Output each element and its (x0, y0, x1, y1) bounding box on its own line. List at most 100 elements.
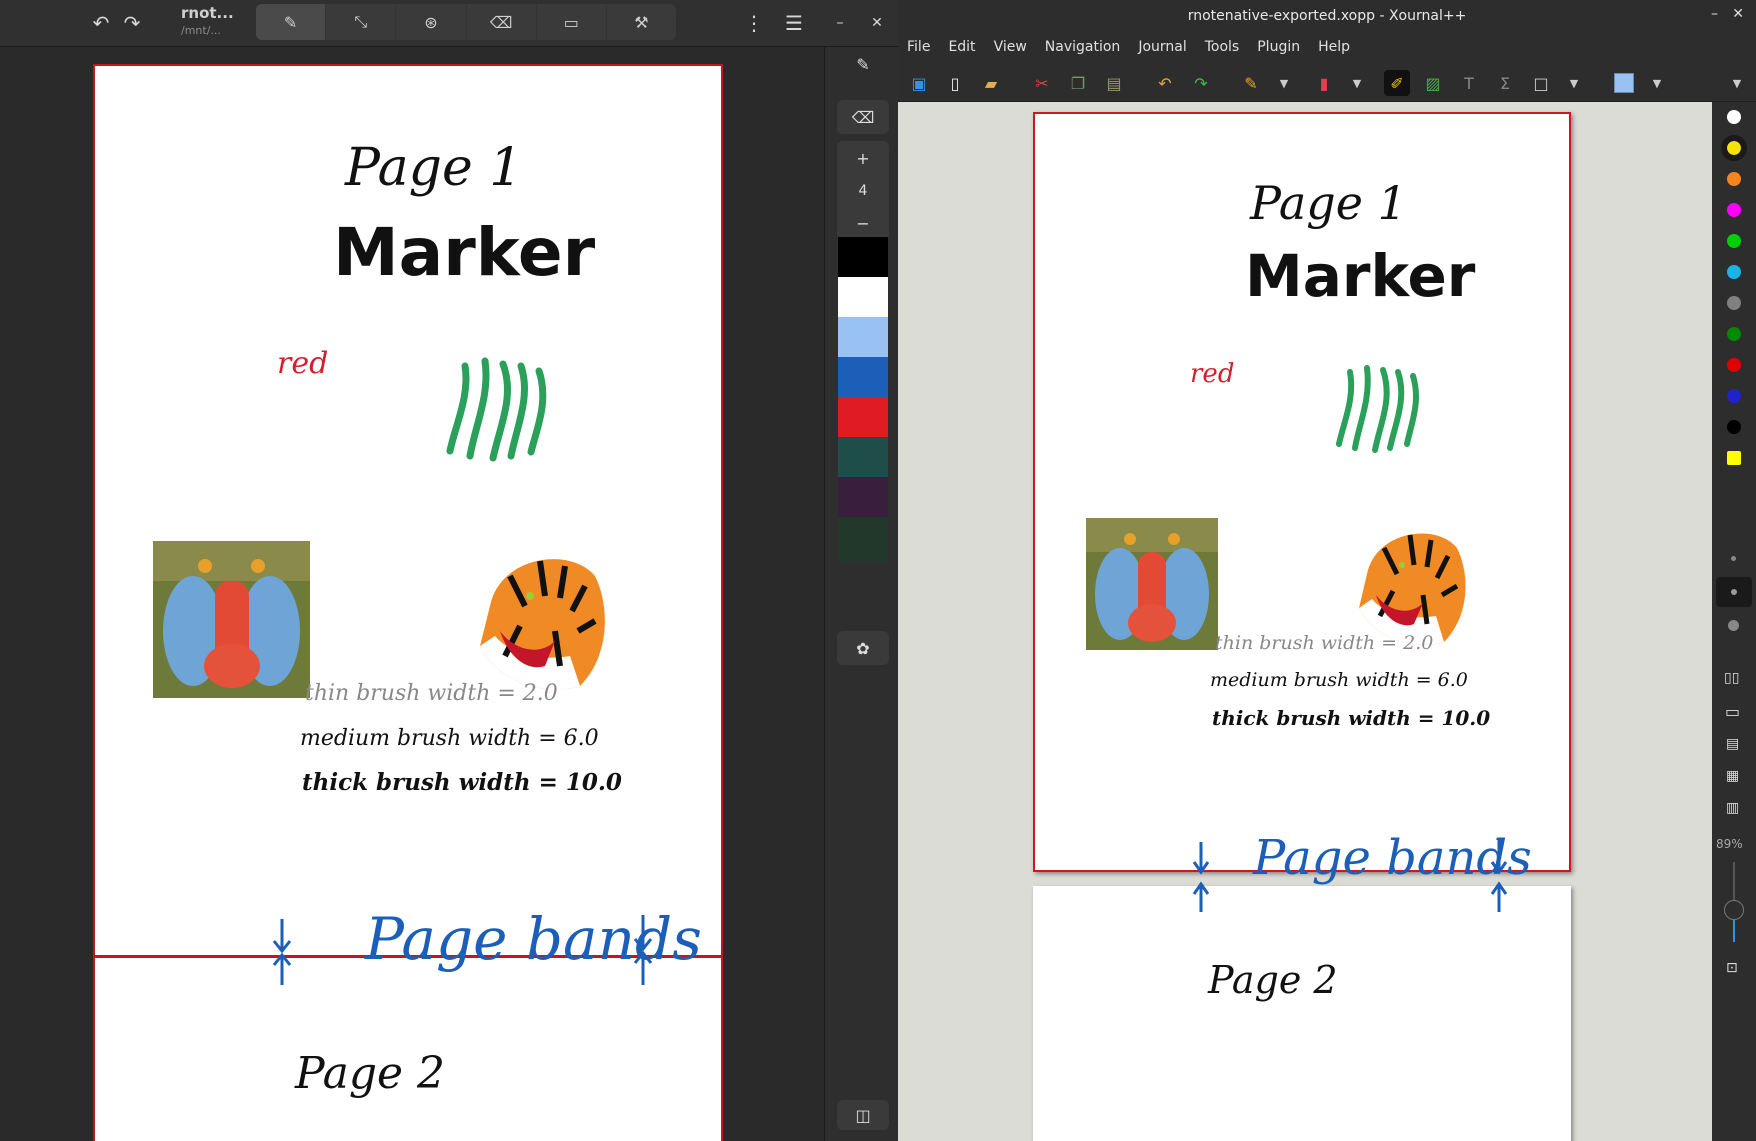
brush-tool-icon[interactable]: ✎ (256, 4, 327, 40)
band-arrows-right (633, 915, 653, 985)
mandrill-image[interactable] (153, 541, 310, 698)
cut-icon[interactable]: ✂ (1029, 70, 1055, 96)
color-swatch[interactable] (838, 277, 888, 321)
horizontal-layout-icon[interactable]: ▥ (1726, 800, 1739, 816)
minimize-icon[interactable]: – (824, 7, 856, 39)
palette-color[interactable] (1727, 172, 1741, 186)
color-button-icon[interactable] (1611, 70, 1637, 96)
toolbar-overflow-icon[interactable]: ▼ (1724, 70, 1750, 96)
open-icon[interactable]: ▰ (978, 70, 1004, 96)
menu-item[interactable]: Journal (1129, 39, 1195, 55)
rnote-header-bar: ↶ ↷ rnot... /mnt/... ✎ ⤡ ⊛ ⌫ ▭ ⚒ ⋮ ☰ – ✕ (0, 0, 898, 47)
tools-tool-icon[interactable]: ⚒ (607, 4, 676, 40)
eraser-icon[interactable]: ▮ (1311, 70, 1337, 96)
menu-item[interactable]: View (985, 39, 1036, 55)
grid-layout-icon[interactable]: ▦ (1726, 768, 1739, 784)
undo-icon[interactable]: ↶ (85, 7, 117, 39)
stroke-width-stepper[interactable]: + 4 − (837, 141, 889, 241)
color-swatch[interactable] (838, 317, 888, 361)
zoom-level: 89% (1716, 837, 1743, 851)
color-swatch[interactable] (838, 477, 888, 521)
zoom-slider-handle[interactable] (1724, 900, 1744, 920)
fine-size-icon[interactable] (1731, 556, 1736, 561)
menu-item[interactable]: Tools (1196, 39, 1249, 55)
text-icon[interactable]: T (1456, 70, 1482, 96)
xournal-canvas[interactable]: Page 1 Marker red thin brush width = 2.0… (898, 102, 1712, 1141)
color-picker-icon[interactable]: ✿ (837, 631, 889, 665)
close-icon[interactable]: ✕ (1732, 6, 1744, 22)
selector-tool-icon[interactable]: ▭ (537, 4, 607, 40)
thick-brush-label: thick brush width = 10.0 (302, 769, 622, 796)
menu-item[interactable]: File (898, 39, 939, 55)
zoom-slider-track[interactable] (1724, 862, 1744, 942)
color-swatch[interactable] (838, 397, 888, 441)
palette-color[interactable] (1721, 135, 1747, 161)
rnote-side-panel: ✎ ⌫ + 4 − ✿ ◫ (824, 47, 898, 1141)
palette-color[interactable] (1727, 327, 1741, 341)
palette-color[interactable] (1727, 389, 1741, 403)
decrease-width-button[interactable]: − (856, 214, 869, 233)
xournal-window: rnotenative-exported.xopp - Xournal++ – … (898, 0, 1756, 1141)
marker-heading: Marker (333, 214, 596, 291)
menu-item[interactable]: Navigation (1036, 39, 1130, 55)
palette-color[interactable] (1727, 110, 1741, 124)
menu-item[interactable]: Plugin (1248, 39, 1309, 55)
pen-icon[interactable]: ✎ (837, 47, 889, 81)
copy-icon[interactable]: ❐ (1065, 70, 1091, 96)
pen-dropdown-icon[interactable]: ▼ (1271, 70, 1297, 96)
color-swatch[interactable] (838, 357, 888, 401)
redo-icon[interactable]: ↷ (116, 7, 148, 39)
zoom-fit-icon[interactable]: ⊡ (1726, 960, 1738, 976)
palette-color[interactable] (1727, 358, 1741, 372)
eraser-dropdown-icon[interactable]: ▼ (1344, 70, 1370, 96)
color-dropdown-icon[interactable]: ▼ (1644, 70, 1670, 96)
paste-icon[interactable]: ▤ (1101, 70, 1127, 96)
tiger-image[interactable] (1342, 514, 1478, 650)
page-2-title: Page 2 (1208, 958, 1338, 1002)
minimize-icon[interactable]: – (1711, 6, 1718, 22)
redo-icon[interactable]: ↷ (1188, 70, 1214, 96)
eraser-tool-icon[interactable]: ⌫ (467, 4, 537, 40)
save-icon[interactable]: ▣ (906, 70, 932, 96)
menu-item[interactable]: Edit (939, 39, 984, 55)
increase-width-button[interactable]: + (856, 149, 869, 168)
color-swatch[interactable] (838, 437, 888, 481)
medium-size-selected[interactable] (1716, 577, 1752, 607)
stroke-width-value: 4 (858, 182, 868, 199)
image-icon[interactable]: ▨ (1420, 70, 1446, 96)
shaper-tool-icon[interactable]: ⤡ (326, 4, 397, 40)
mandrill-image[interactable] (1086, 518, 1218, 650)
two-pages-icon[interactable]: ▯▯ (1724, 670, 1739, 686)
page-1: Page 1 Marker red thin brush width = 2.0… (93, 64, 723, 957)
undo-icon[interactable]: ↶ (1152, 70, 1178, 96)
thick-size-icon[interactable] (1728, 620, 1739, 631)
presentation-icon[interactable]: ▭ (1725, 702, 1740, 721)
palette-color[interactable] (1727, 420, 1741, 434)
palette-color[interactable] (1727, 234, 1741, 248)
new-document-icon[interactable]: ▯ (942, 70, 968, 96)
typewriter-tool-icon[interactable]: ⊛ (396, 4, 467, 40)
page-layout-icon[interactable]: ▤ (1726, 736, 1739, 752)
latex-icon[interactable]: Σ (1492, 70, 1518, 96)
band-arrows-left (272, 919, 292, 985)
clear-icon[interactable]: ⌫ (837, 100, 889, 134)
sidebar-toggle-icon[interactable]: ◫ (837, 1100, 889, 1130)
close-icon[interactable]: ✕ (861, 7, 893, 39)
palette-color[interactable] (1727, 265, 1741, 279)
main-menu-icon[interactable]: ☰ (778, 7, 810, 39)
palette-color[interactable] (1727, 203, 1741, 217)
band-arrows-right (1490, 840, 1508, 912)
palette-color[interactable] (1727, 451, 1741, 465)
more-options-icon[interactable]: ⋮ (738, 7, 770, 39)
shape-dropdown-icon[interactable]: ▼ (1561, 70, 1587, 96)
rnote-canvas[interactable]: Page 1 Marker red thin brush width = 2.0… (0, 47, 824, 1141)
palette-color[interactable] (1727, 296, 1741, 310)
tiger-image[interactable] (460, 536, 620, 696)
color-swatch[interactable] (838, 517, 888, 561)
pen-icon[interactable]: ✎ (1238, 70, 1264, 96)
color-swatch[interactable] (838, 237, 888, 281)
menu-item[interactable]: Help (1309, 39, 1359, 55)
page-2-title: Page 2 (295, 1048, 446, 1099)
highlighter-icon[interactable]: ✐ (1384, 70, 1410, 96)
shape-icon[interactable]: □ (1528, 70, 1554, 96)
